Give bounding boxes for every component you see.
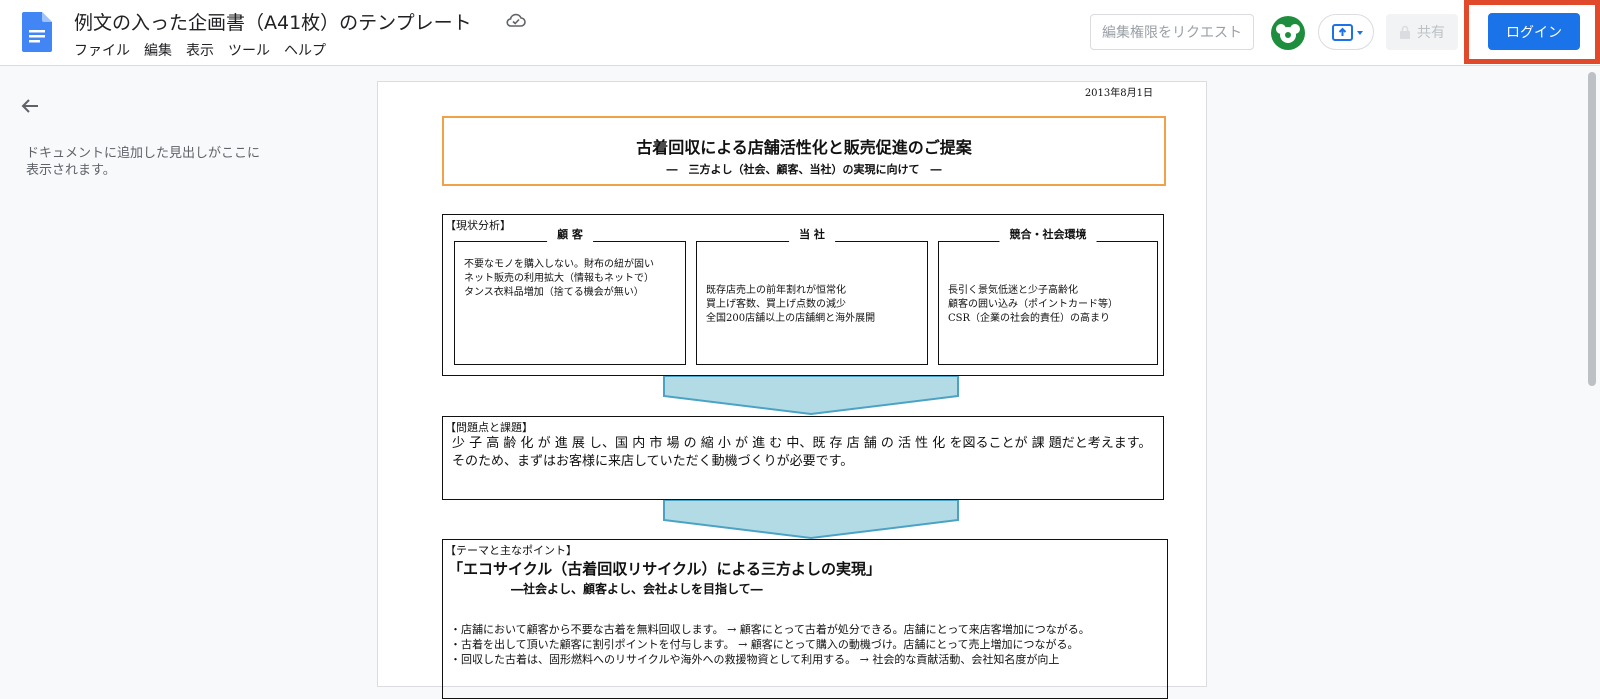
problem-section: 【問題点と課題】 少 子 高 齢 化 が 進 展 し、国 内 市 場 の 縮 小… [442, 416, 1164, 500]
theme-label: 【テーマと主なポイント】 [445, 544, 577, 557]
text-line: 長引く景気低迷と少子高齢化 [948, 285, 1078, 296]
proposal-subtitle: ― 三方よし（社会、顧客、当社）の実現に向けて ― [666, 163, 942, 176]
text-line: 顧客の囲い込み（ポイントカード等） [948, 299, 1118, 310]
column-heading: 競合・社会環境 [999, 226, 1097, 242]
present-icon [1332, 24, 1363, 41]
text-line: ネット販売の利用拡大（情報もネットで） [464, 273, 654, 284]
document-date: 2013年8月1日 [1084, 88, 1153, 99]
theme-subtitle: ―社会よし、顧客よし、会社よしを目指して― [511, 582, 763, 596]
menu-bar: ファイル 編集 表示 ツール ヘルプ [74, 40, 326, 60]
analysis-label: 【現状分析】 [445, 219, 511, 232]
menu-help[interactable]: ヘルプ [284, 40, 326, 60]
text-line: CSR（企業の社会的責任）の高まり [948, 313, 1111, 324]
cloud-saved-icon[interactable] [506, 12, 526, 28]
down-arrow-icon [663, 376, 959, 416]
text-line: 買上げ客数、買上げ点数の減少 [706, 299, 846, 310]
theme-section: 【テーマと主なポイント】 「エコサイクル（古着回収リサイクル）による三方よしの実… [442, 539, 1168, 699]
analysis-section: 【現状分析】 顧 客 不要なモノを購入しない。財布の紐が固い ネット販売の利用拡… [442, 214, 1164, 376]
lock-icon [1400, 25, 1410, 39]
document-page: 2013年8月1日 古着回収による店舗活性化と販売促進のご提案 ― 三方よし（社… [378, 82, 1206, 699]
proposal-title: 古着回収による店舗活性化と販売促進のご提案 [636, 138, 972, 157]
problem-text: 少 子 高 齢 化 が 進 展 し、国 内 市 場 の 縮 小 が 進 む 中、… [452, 435, 1151, 471]
back-arrow-icon[interactable] [20, 96, 40, 116]
problem-label: 【問題点と課題】 [445, 421, 533, 434]
column-text: 既存店売上の前年割れが恒常化 買上げ客数、買上げ点数の減少 全国200店舗以上の… [706, 284, 875, 326]
column-text: 長引く景気低迷と少子高齢化 顧客の囲い込み（ポイントカード等） CSR（企業の社… [948, 284, 1118, 326]
share-label: 共有 [1417, 25, 1445, 41]
bullet-item: ・回収した古着は、固形燃料へのリサイクルや海外への救援物資として利用する。 → … [450, 653, 1060, 666]
column-heading: 顧 客 [547, 226, 593, 242]
text-line: 不要なモノを購入しない。財布の紐が固い [464, 259, 654, 270]
present-button[interactable] [1318, 14, 1374, 50]
menu-tools[interactable]: ツール [228, 40, 270, 60]
request-edit-access-button[interactable]: 編集権限をリクエスト [1090, 14, 1254, 50]
menu-edit[interactable]: 編集 [144, 40, 172, 60]
text-line: タンス衣料品増加（捨てる機会が無い） [464, 287, 644, 298]
theme-bullets: ・店舗において顧客から不要な古着を無料回収します。 → 顧客にとって古着が処分で… [450, 622, 1090, 667]
text-line: 全国200店舗以上の店舗網と海外展開 [706, 313, 876, 324]
analysis-column-company: 当 社 既存店売上の前年割れが恒常化 買上げ客数、買上げ点数の減少 全国200店… [696, 226, 928, 365]
bullet-item: ・店舗において顧客から不要な古着を無料回収します。 → 顧客にとって古着が処分で… [450, 623, 1090, 636]
text-line: そのため、まずはお客様に来店していただく動機づくりが必要です。 [452, 454, 854, 469]
analysis-column-competition: 競合・社会環境 長引く景気低迷と少子高齢化 顧客の囲い込み（ポイントカード等） … [938, 226, 1158, 365]
anonymous-animal-icon [1276, 24, 1300, 43]
column-text: 不要なモノを購入しない。財布の紐が固い ネット販売の利用拡大（情報もネットで） … [464, 258, 654, 300]
column-heading: 当 社 [789, 226, 835, 242]
menu-file[interactable]: ファイル [74, 40, 130, 60]
google-docs-logo-icon[interactable] [22, 12, 52, 52]
down-arrow-icon [663, 500, 959, 540]
document-title: 例文の入った企画書（A41枚）のテンプレート [74, 12, 472, 34]
analysis-column-customer: 顧 客 不要なモノを購入しない。財布の紐が固い ネット販売の利用拡大（情報もネッ… [454, 226, 686, 365]
avatar[interactable] [1271, 16, 1305, 50]
menu-view[interactable]: 表示 [186, 40, 214, 60]
share-button[interactable]: 共有 [1386, 14, 1458, 50]
top-bar: 例文の入った企画書（A41枚）のテンプレート ファイル 編集 表示 ツール ヘル… [0, 0, 1600, 66]
text-line: 少 子 高 齢 化 が 進 展 し、国 内 市 場 の 縮 小 が 進 む 中、… [452, 436, 1152, 451]
bullet-item: ・古着を出して頂いた顧客に割引ポイントを付与します。 → 顧客にとって購入の動機… [450, 638, 1079, 651]
text-line: 既存店売上の前年割れが恒常化 [706, 285, 846, 296]
login-button[interactable]: ログイン [1488, 13, 1580, 50]
outline-hint: ドキュメントに追加した見出しがここに表示されます。 [26, 146, 261, 178]
theme-title: 「エコサイクル（古着回収リサイクル）による三方よしの実現」 [448, 560, 882, 578]
scrollbar[interactable] [1588, 72, 1596, 386]
title-box: 古着回収による店舗活性化と販売促進のご提案 ― 三方よし（社会、顧客、当社）の実… [442, 116, 1166, 186]
